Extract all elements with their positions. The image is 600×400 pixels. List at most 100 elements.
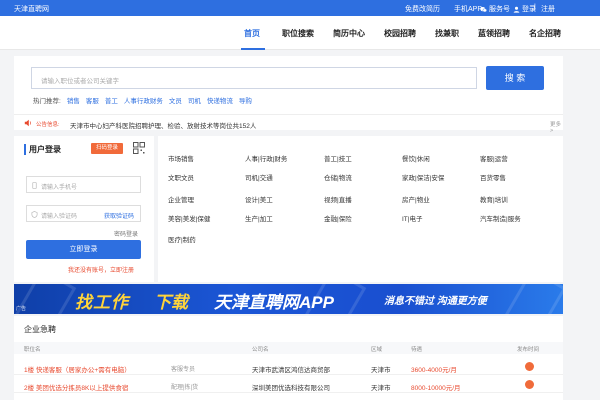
top-bar: 天津直聘网 免费改简历 手机APP 服务号 登录 | 注册 [0,0,600,16]
top-link-register[interactable]: 注册 [541,4,555,14]
login-submit-button[interactable]: 立即登录 [26,240,141,259]
category-link[interactable]: 客服|运营 [480,153,508,163]
notice-text[interactable]: 天津市中心妇产科医院招聘护理、检验、放射技术等岗位共152人 [70,120,256,130]
category-link[interactable]: 医疗|制药 [168,234,196,244]
column-header: 公司名 [252,347,269,353]
user-icon [513,6,520,13]
banner-text-find-job: 找工作 [75,293,129,312]
login-title: 用户登录 [24,144,61,155]
nav-famous-companies[interactable]: 名企招聘 [529,28,561,39]
notice-more-link[interactable]: 更多 > [550,120,563,134]
get-code-button[interactable]: 获取验证码 [104,211,134,220]
wechat-icon [480,6,487,12]
job-tag: 客服专员 [171,367,196,373]
job-salary: 8000-10000元/月 [411,385,461,392]
category-link[interactable]: 文职文员 [168,172,194,182]
job-area: 天津市 [371,385,391,392]
nav-blue-collar[interactable]: 蓝领招聘 [478,28,510,39]
job-title[interactable]: 1楼 快递客服（居家办公+需有电脑） [24,364,131,374]
nav-part-time[interactable]: 找兼职 [435,28,459,39]
hot-keyword[interactable]: 普工 [105,95,118,105]
code-field[interactable]: 请输入验证码 获取验证码 [26,205,141,222]
search-placeholder: 请输入职位或者公司关键字 [41,78,119,85]
category-link[interactable]: 司机|交通 [245,172,273,182]
category-link[interactable]: 教育|培训 [480,194,508,204]
nav-home[interactable]: 首页 [244,28,260,39]
company-name[interactable]: 天津市武清区鸿信达商贸部 [252,364,330,374]
column-header: 发布时间 [517,347,540,353]
category-link[interactable]: 百货零售 [480,172,506,182]
notice-label: 公告信息: [36,122,60,128]
job-area: 天津市 [371,367,391,374]
job-tag: 配理|拣|货 [171,385,199,391]
hot-keyword[interactable]: 导购 [239,95,252,105]
table-row[interactable]: 2楼 美团优选分拣员8K以上提供食宿 配理|拣|货 深圳美团优选科技有限公司 天… [14,377,563,393]
category-link[interactable]: 市场销售 [168,153,194,163]
urgent-icon [525,362,534,371]
scan-login-button[interactable]: 扫码登录 [91,143,123,154]
phone-placeholder: 请输入手机号 [41,185,78,191]
notice-bar: 公告信息: 天津市中心妇产科医院招聘护理、检验、放射技术等岗位共152人 更多 … [14,114,563,134]
job-salary: 3600-4000元/月 [411,367,457,374]
column-header: 区域 [371,347,383,353]
category-link[interactable]: IT|电子 [402,213,422,223]
column-header: 待遇 [411,347,423,353]
category-link[interactable]: 餐饮|休闲 [402,153,430,163]
login-panel: 用户登录 扫码登录 请输入手机号 请输入验证码 获取验证码 密码登录 立即登录 … [14,136,154,282]
company-name[interactable]: 深圳美团优选科技有限公司 [252,382,330,392]
nav-job-search[interactable]: 职位搜索 [282,28,314,39]
top-link-resume[interactable]: 免费改简历 [405,4,440,14]
category-link[interactable]: 企业管理 [168,194,194,204]
shield-icon [31,211,38,218]
top-link-service[interactable]: 服务号 [480,4,510,14]
category-link[interactable]: 汽车制造|服务 [480,213,521,223]
category-link[interactable]: 视频|直播 [324,194,352,204]
category-link[interactable]: 金融|保险 [324,213,352,223]
category-link[interactable]: 普工|技工 [324,153,352,163]
top-link-app[interactable]: 手机APP [454,4,482,14]
urgent-jobs-section: 企业急聘 职位名 公司名 区域 待遇 发布时间 1楼 快递客服（居家办公+需有电… [14,316,563,400]
password-login-link[interactable]: 密码登录 [114,229,138,238]
phone-icon [32,182,37,189]
category-link[interactable]: 家政|保洁|安保 [402,172,444,182]
app-download-banner[interactable]: 找工作 下载 天津直聘网APP 消息不错过 沟通更方便 广告 [14,284,563,314]
category-link[interactable]: 生产|加工 [245,213,273,223]
hot-keyword[interactable]: 销售 [67,95,80,105]
job-categories: 市场销售 人事|行政|财务 普工|技工 餐饮|休闲 客服|运营 文职文员 司机|… [158,136,563,282]
top-separator: | [534,4,536,11]
hot-keyword[interactable]: 快递物流 [207,95,233,105]
nav-resume-center[interactable]: 简历中心 [333,28,365,39]
search-input[interactable]: 请输入职位或者公司关键字 [31,67,477,89]
hot-keyword[interactable]: 司机 [188,95,201,105]
hot-keyword[interactable]: 文员 [169,95,182,105]
ad-label: 广告 [16,306,27,312]
phone-field[interactable]: 请输入手机号 [26,176,141,193]
banner-text-app: 天津直聘网APP [214,293,334,312]
job-title[interactable]: 2楼 美团优选分拣员8K以上提供食宿 [24,382,128,392]
search-button[interactable]: 搜 索 [486,66,544,90]
category-link[interactable]: 人事|行政|财务 [245,153,287,163]
top-link-login[interactable]: 登录 [513,4,536,14]
category-link[interactable]: 房产|物业 [402,194,430,204]
table-header [14,342,563,354]
banner-slogan: 消息不错过 沟通更方便 [384,296,487,307]
category-link[interactable]: 美容|美发|保健 [168,213,210,223]
register-link[interactable]: 我还没有账号，立即注册 [68,265,134,274]
hot-keyword[interactable]: 人事行政财务 [124,95,163,105]
hot-label: 热门推荐: [33,98,61,105]
section-heading: 企业急聘 [24,325,56,334]
site-name[interactable]: 天津直聘网 [14,4,49,14]
nav-active-indicator [241,48,265,50]
nav-campus[interactable]: 校园招聘 [384,28,416,39]
hot-keyword[interactable]: 客服 [86,95,99,105]
main-nav: 首页 职位搜索 简历中心 校园招聘 找兼职 蓝领招聘 名企招聘 [0,16,600,50]
category-link[interactable]: 仓储|物流 [324,172,352,182]
category-link[interactable]: 设计|美工 [245,194,273,204]
hot-keywords: 热门推荐: 销售 客服 普工 人事行政财务 文员 司机 快递物流 导购 [33,95,252,105]
urgent-icon [525,380,534,389]
qr-code-icon[interactable] [133,142,145,154]
column-header: 职位名 [24,347,41,353]
banner-text-download: 下载 [154,293,188,312]
table-row[interactable]: 1楼 快递客服（居家办公+需有电脑） 客服专员 天津市武清区鸿信达商贸部 天津市… [14,359,563,375]
speaker-icon [24,119,31,127]
